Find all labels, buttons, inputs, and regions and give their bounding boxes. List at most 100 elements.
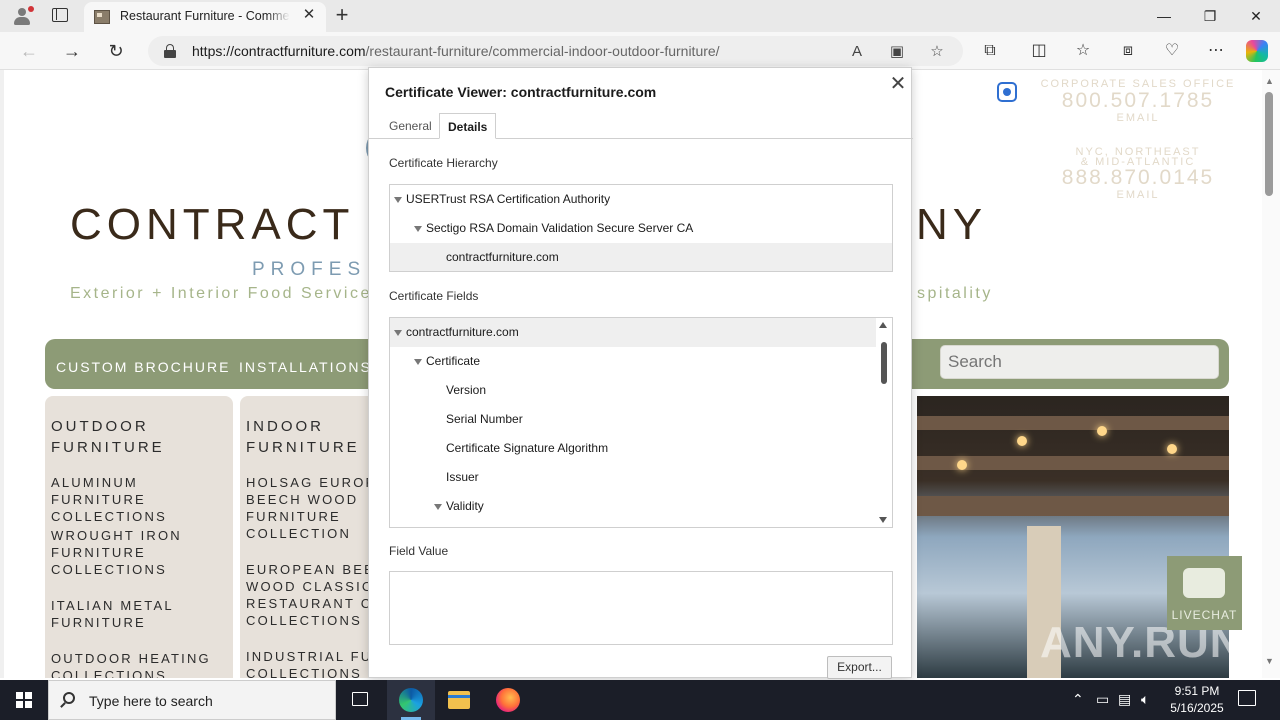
- favorite-star-icon[interactable]: ☆: [928, 43, 946, 61]
- meet-now-icon[interactable]: ▭: [1096, 691, 1109, 708]
- menu-link[interactable]: ITALIAN METAL FURNITURE: [51, 597, 174, 631]
- expand-arrow-icon[interactable]: [394, 330, 402, 336]
- outdoor-furniture-column: OUTDOOR FURNITURE ALUMINUM FURNITURE COLLE…: [45, 396, 233, 678]
- new-tab-icon[interactable]: +: [332, 4, 352, 26]
- network-icon[interactable]: ▤: [1118, 691, 1131, 708]
- tree-item-selected[interactable]: contractfurniture.com: [390, 243, 892, 271]
- certificate-hierarchy-tree[interactable]: USERTrust RSA Certification Authority Se…: [389, 184, 893, 272]
- close-window-icon[interactable]: ✕: [1246, 6, 1266, 26]
- taskbar-search-placeholder: Type here to search: [89, 693, 213, 709]
- expand-arrow-icon[interactable]: [434, 504, 442, 510]
- menu-link[interactable]: HOLSAG EUROPE BEECH WOOD FURNITURE COLLECTI…: [246, 474, 380, 542]
- email-link[interactable]: EMAIL: [1040, 112, 1236, 124]
- scroll-up-icon[interactable]: ▲: [1265, 76, 1274, 86]
- restore-icon[interactable]: ❐: [1200, 6, 1220, 26]
- scrollbar-thumb[interactable]: [881, 342, 887, 384]
- task-view-icon[interactable]: [336, 680, 384, 720]
- tree-item[interactable]: Certificate: [390, 347, 892, 376]
- back-icon[interactable]: ←: [18, 40, 40, 62]
- fields-label: Certificate Fields: [389, 289, 479, 303]
- export-button[interactable]: Export...: [827, 656, 892, 679]
- nav-custom-brochure[interactable]: CUSTOM BROCHURE: [56, 359, 230, 375]
- search-icon: [63, 692, 75, 704]
- fields-scrollbar[interactable]: [876, 318, 892, 527]
- favorites-icon[interactable]: ☆: [1073, 41, 1093, 61]
- brand-name-left[interactable]: CONTRACT: [70, 200, 354, 250]
- dialog-title: Certificate Viewer: contractfurniture.co…: [385, 84, 657, 100]
- taskbar-clock[interactable]: 9:51 PM 5/16/2025: [1160, 683, 1234, 717]
- taskbar-search-box[interactable]: Type here to search: [48, 680, 336, 720]
- phone-link[interactable]: 800.507.1785: [1040, 90, 1236, 112]
- certificate-fields-tree[interactable]: contractfurniture.com Certificate Versio…: [389, 317, 893, 528]
- show-hidden-icons-icon[interactable]: ⌃: [1072, 691, 1084, 708]
- tree-item[interactable]: Serial Number: [390, 405, 892, 434]
- expand-arrow-icon[interactable]: [414, 226, 422, 232]
- notifications-icon[interactable]: [1238, 690, 1256, 706]
- volume-icon[interactable]: 🔈︎: [1141, 691, 1149, 708]
- tab-actions-icon[interactable]: [52, 8, 68, 22]
- tagline-right: spitality: [917, 285, 993, 302]
- tab-strip: Restaurant Furniture - Commercial ✕ + — …: [0, 0, 1280, 32]
- immersive-reader-icon[interactable]: ▣: [888, 43, 906, 61]
- copilot-icon[interactable]: [1246, 40, 1268, 62]
- edge-taskbar-icon[interactable]: [387, 680, 435, 720]
- brand-subtitle: PROFES: [252, 259, 367, 280]
- menu-link[interactable]: ALUMINUM FURNITURE COLLECTIONS: [51, 474, 233, 525]
- forward-icon[interactable]: →: [61, 40, 83, 62]
- menu-link[interactable]: INDUSTRIAL FURNCOLLECTIONS: [246, 648, 380, 678]
- more-menu-icon[interactable]: ⋯: [1206, 41, 1226, 61]
- expand-arrow-icon[interactable]: [394, 197, 402, 203]
- lock-icon[interactable]: [164, 44, 176, 58]
- menu-link[interactable]: EUROPEAN BEEC WOOD CLASSIC RESTAURANT CH CO…: [246, 561, 380, 629]
- close-tab-icon[interactable]: ✕: [302, 7, 316, 22]
- tree-item[interactable]: Issuer: [390, 463, 892, 492]
- scroll-down-icon[interactable]: ▼: [1265, 656, 1274, 666]
- close-dialog-icon[interactable]: ✕: [888, 74, 908, 94]
- brand-name-right[interactable]: NY: [916, 200, 987, 250]
- email-link[interactable]: EMAIL: [1040, 189, 1236, 201]
- column-header[interactable]: INDOOR FURNITURE: [246, 416, 360, 458]
- tree-item-selected[interactable]: contractfurniture.com: [390, 318, 877, 347]
- nav-installations[interactable]: INSTALLATIONS: [239, 359, 372, 375]
- expand-arrow-icon[interactable]: [414, 359, 422, 365]
- site-search-box[interactable]: [940, 345, 1219, 379]
- tree-item[interactable]: Certificate Signature Algorithm: [390, 434, 892, 463]
- scrollbar-thumb[interactable]: [1265, 92, 1273, 196]
- livechat-button[interactable]: LIVECHAT: [1167, 556, 1242, 630]
- tree-item[interactable]: Validity: [390, 492, 892, 521]
- tree-item[interactable]: Sectigo RSA Domain Validation Secure Ser…: [390, 214, 892, 243]
- file-explorer-icon[interactable]: [435, 680, 483, 720]
- tab-general[interactable]: General: [381, 113, 440, 139]
- minimize-icon[interactable]: —: [1154, 6, 1174, 26]
- browser-tab[interactable]: Restaurant Furniture - Commercial ✕: [84, 2, 326, 32]
- address-bar[interactable]: https://contractfurniture.com/restaurant…: [148, 36, 963, 66]
- tab-details[interactable]: Details: [439, 113, 497, 139]
- tree-item[interactable]: USERTrust RSA Certification Authority: [390, 185, 892, 214]
- scroll-up-icon[interactable]: [879, 322, 887, 328]
- read-aloud-icon[interactable]: A: [848, 43, 866, 61]
- tree-item[interactable]: Version: [390, 376, 892, 405]
- windows-start-icon[interactable]: [16, 692, 32, 708]
- scroll-down-icon[interactable]: [879, 517, 887, 523]
- indoor-furniture-column: INDOOR FURNITURE HOLSAG EUROPE BEECH WOOD F…: [240, 396, 380, 678]
- hierarchy-label: Certificate Hierarchy: [389, 156, 498, 170]
- collections-icon[interactable]: ⧈: [1118, 41, 1138, 61]
- extensions-icon[interactable]: ⧉: [980, 41, 1000, 61]
- split-screen-icon[interactable]: ◫: [1029, 41, 1049, 61]
- refresh-icon[interactable]: ↻: [105, 40, 127, 62]
- navigation-bar: ← → ↻ https://contractfurniture.com/rest…: [0, 32, 1280, 70]
- menu-link[interactable]: WROUGHT IRON FURNITURE COLLECTIONS: [51, 527, 182, 578]
- page-scrollbar[interactable]: ▲ ▼: [1262, 70, 1280, 678]
- menu-link[interactable]: OUTDOOR HEATING COLLECTIONS: [51, 650, 211, 678]
- browser-essentials-icon[interactable]: ♡: [1162, 41, 1182, 61]
- firefox-icon[interactable]: [484, 680, 532, 720]
- field-value-label: Field Value: [389, 544, 449, 558]
- visual-search-icon[interactable]: [997, 82, 1017, 102]
- url-text[interactable]: https://contractfurniture.com/restaurant…: [192, 43, 720, 59]
- field-value-box[interactable]: [389, 571, 893, 645]
- profile-icon[interactable]: [12, 6, 34, 26]
- site-search-input[interactable]: [941, 346, 1218, 378]
- phone-link[interactable]: 888.870.0145: [1040, 167, 1236, 189]
- certificate-viewer-dialog: Certificate Viewer: contractfurniture.co…: [368, 67, 913, 679]
- column-header[interactable]: OUTDOOR FURNITURE: [51, 416, 165, 458]
